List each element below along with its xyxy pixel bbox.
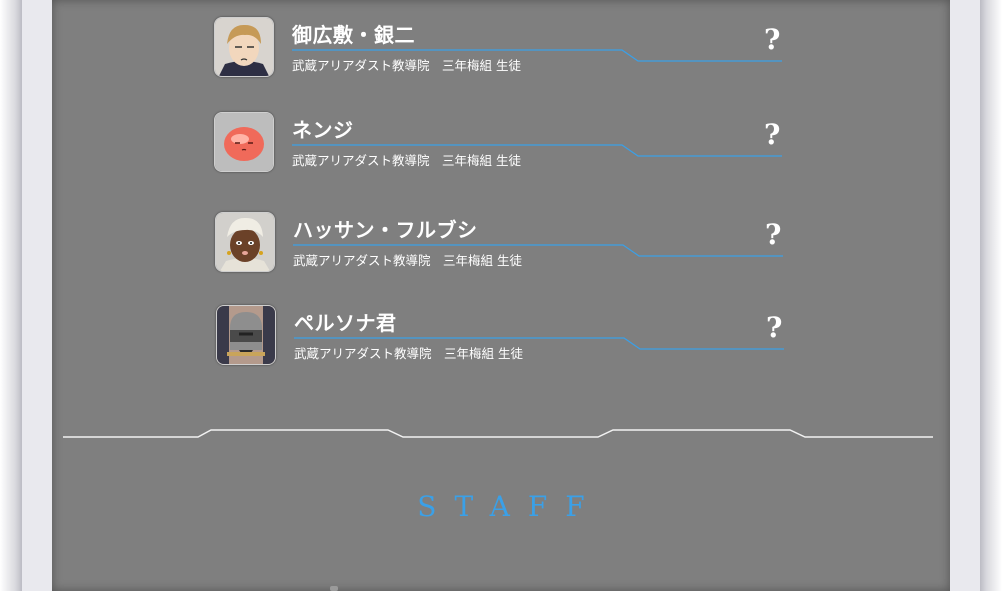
ohiroshiki-portrait-icon[interactable] bbox=[214, 17, 274, 77]
detail-button[interactable]: ? bbox=[764, 23, 780, 56]
character-affiliation: 武蔵アリアダスト教導院 三年梅組 生徒 bbox=[292, 153, 521, 168]
character-entry[interactable]: 御広敷・銀二 武蔵アリアダスト教導院 三年梅組 生徒 ? bbox=[214, 17, 794, 87]
character-entry[interactable]: ネンジ 武蔵アリアダスト教導院 三年梅組 生徒 ? bbox=[214, 112, 794, 182]
character-entry[interactable]: ペルソナ君 武蔵アリアダスト教導院 三年梅組 生徒 ? bbox=[216, 305, 796, 375]
character-name: 御広敷・銀二 bbox=[292, 23, 415, 47]
character-entry[interactable]: ハッサン・フルブシ 武蔵アリアダスト教導院 三年梅組 生徒 ? bbox=[215, 212, 795, 282]
staff-heading: STAFF bbox=[417, 490, 603, 523]
staff-list-item bbox=[330, 586, 338, 591]
hassan-portrait-icon[interactable] bbox=[215, 212, 275, 272]
character-name: ネンジ bbox=[292, 118, 354, 142]
character-name: ハッサン・フルブシ bbox=[293, 218, 478, 242]
section-divider bbox=[63, 429, 933, 438]
character-affiliation: 武蔵アリアダスト教導院 三年梅組 生徒 bbox=[294, 346, 523, 361]
detail-button[interactable]: ? bbox=[764, 118, 780, 151]
detail-button[interactable]: ? bbox=[766, 311, 782, 344]
detail-button[interactable]: ? bbox=[765, 218, 781, 251]
character-affiliation: 武蔵アリアダスト教導院 三年梅組 生徒 bbox=[292, 58, 521, 73]
character-name: ペルソナ君 bbox=[294, 311, 397, 335]
nenji-slime-portrait-icon[interactable] bbox=[214, 112, 274, 172]
character-affiliation: 武蔵アリアダスト教導院 三年梅組 生徒 bbox=[293, 253, 522, 268]
persona-portrait-icon[interactable] bbox=[216, 305, 276, 365]
